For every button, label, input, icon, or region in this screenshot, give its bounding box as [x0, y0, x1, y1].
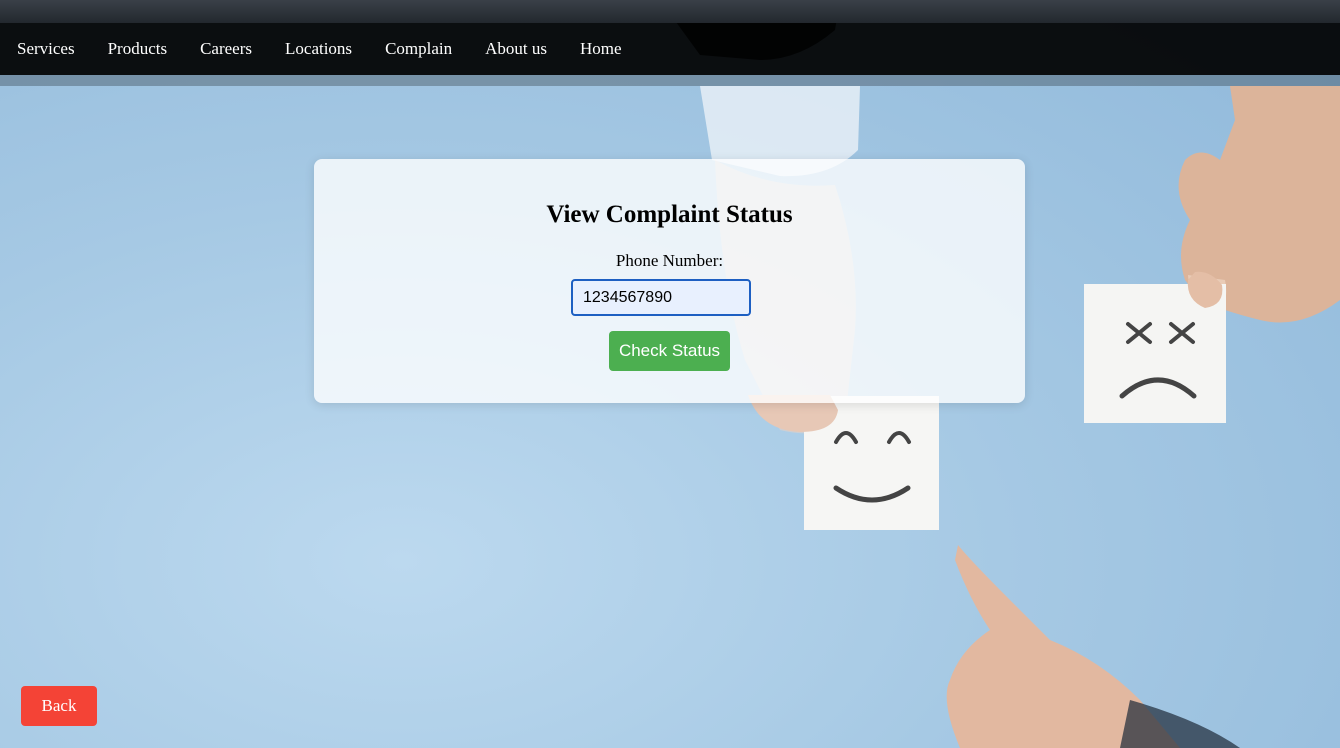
- nav-item-locations[interactable]: Locations: [285, 39, 352, 59]
- navbar-shadow: [0, 75, 1340, 86]
- nav-item-home[interactable]: Home: [580, 39, 622, 59]
- nav-item-careers[interactable]: Careers: [200, 39, 252, 59]
- pointing-finger-icon: [946, 545, 1240, 748]
- phone-number-input[interactable]: [571, 279, 751, 316]
- page-title: View Complaint Status: [546, 201, 793, 228]
- complaint-status-card: View Complaint Status Phone Number: Chec…: [314, 159, 1025, 403]
- nav-item-products[interactable]: Products: [108, 39, 168, 59]
- top-navbar: Services Products Careers Locations Comp…: [0, 23, 1340, 75]
- back-button[interactable]: Back: [21, 686, 97, 726]
- phone-number-label: Phone Number:: [615, 251, 724, 270]
- browser-top-strip: [0, 0, 1340, 23]
- nav-item-about-us[interactable]: About us: [485, 39, 547, 59]
- nav-item-complain[interactable]: Complain: [385, 39, 452, 59]
- nav-item-services[interactable]: Services: [17, 39, 75, 59]
- check-status-button[interactable]: Check Status: [609, 331, 730, 371]
